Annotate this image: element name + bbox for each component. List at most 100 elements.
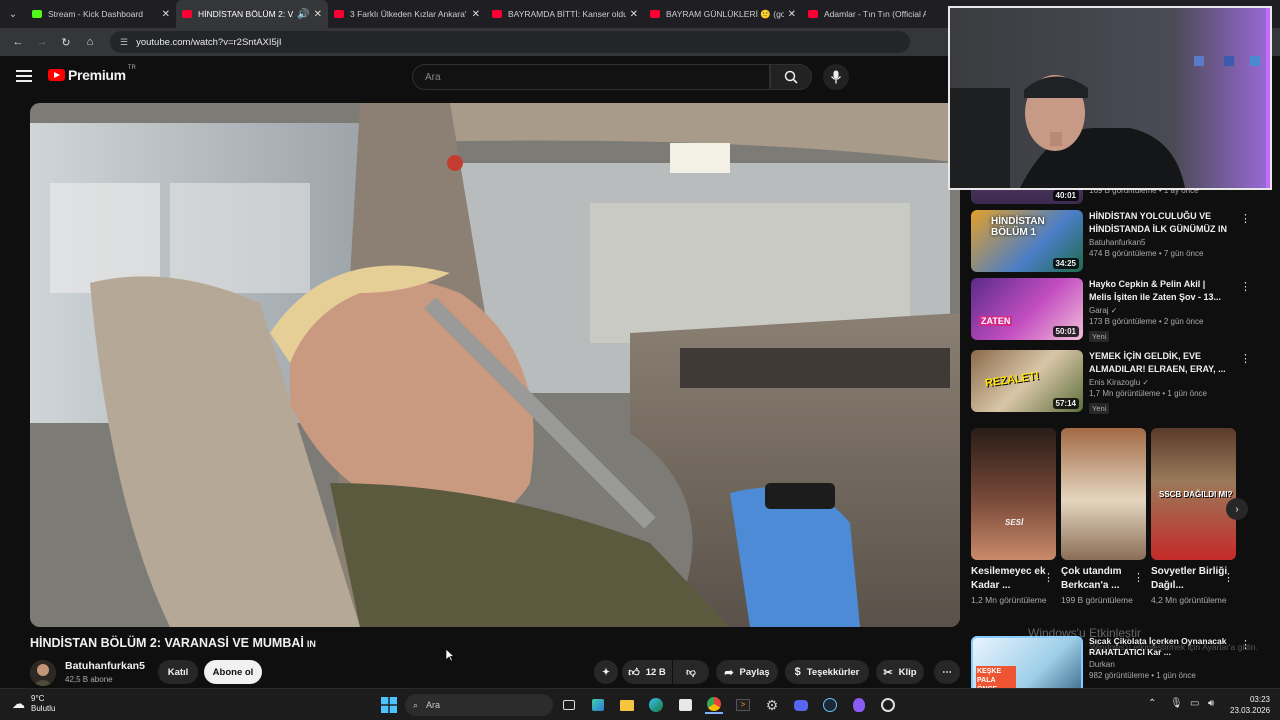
short-thumbnail-0[interactable]: SESİ (971, 428, 1056, 560)
short-thumbnail-2[interactable]: SSCB DAĞILDI MI? (1151, 428, 1236, 560)
settings-gear-icon[interactable]: ⚙ (763, 696, 781, 714)
video-title-text: HİNDİSTAN BÖLÜM 2: VARANASİ VE MUMBAİ (30, 636, 304, 650)
widgets-icon[interactable] (589, 696, 607, 714)
steam-icon[interactable] (821, 696, 839, 714)
related-title[interactable]: HİNDİSTAN YOLCULUĞU VE HİNDİSTANDA İLK G… (1089, 210, 1229, 236)
like-button[interactable]: 👍︎ 12 B (622, 660, 672, 684)
task-view-icon[interactable] (560, 696, 578, 714)
voice-search-button[interactable] (823, 64, 849, 90)
terminal-icon[interactable]: > (734, 696, 752, 714)
sparkle-icon: ✦ (602, 666, 610, 678)
weather-widget[interactable]: ☁ 9°C Bulutlu (12, 694, 55, 714)
video-frame (30, 103, 960, 627)
tab-1[interactable]: HİNDİSTAN BÖLÜM 2: VARA 🔊 ✕ (176, 0, 328, 28)
home-icon[interactable]: ⌂ (78, 36, 102, 48)
related-title[interactable]: Hayko Cepkin & Pelin Akil | Melis İşiten… (1089, 278, 1229, 304)
search-icon (784, 70, 798, 84)
short-views: 199 B görüntüleme (1061, 595, 1133, 605)
close-icon[interactable]: ✕ (788, 9, 796, 20)
volume-icon[interactable]: 🔊︎ (1208, 698, 1214, 709)
tab-0[interactable]: Stream - Kick Dashboard ✕ (26, 0, 176, 28)
short-thumbnail-1[interactable] (1061, 428, 1146, 560)
related-video-1[interactable]: ZATEN 50:01 Hayko Cepkin & Pelin Akil | … (971, 278, 1251, 342)
speaker-icon[interactable]: 🔊 (297, 9, 309, 20)
network-icon[interactable]: ▭ (1190, 698, 1199, 709)
edge-icon[interactable] (647, 696, 665, 714)
related-thumbnail[interactable]: KEŞKE PALA ÖNCE (971, 636, 1083, 688)
thanks-button[interactable]: $ Teşekkürler (785, 660, 869, 684)
dislike-button[interactable]: 👎︎ (673, 660, 709, 684)
chevron-up-icon[interactable]: ⌃ (1148, 698, 1156, 709)
microphone-icon (830, 70, 842, 84)
search-button[interactable] (770, 64, 812, 90)
forward-icon[interactable]: → (30, 36, 54, 48)
more-vert-icon[interactable]: ⋮ (1043, 571, 1054, 584)
close-icon[interactable]: ✕ (314, 9, 322, 20)
clip-button[interactable]: ✂ Klip (876, 660, 924, 684)
duration-badge: 34:25 (1052, 258, 1079, 269)
microphone-icon[interactable]: 🎙︎ (1170, 698, 1183, 709)
close-icon[interactable]: ✕ (630, 9, 638, 20)
more-vert-icon[interactable]: ⋮ (1240, 280, 1251, 293)
duration-badge: 57:14 (1052, 398, 1079, 409)
store-icon[interactable] (676, 696, 694, 714)
avatar-image (30, 660, 56, 686)
taskbar-search-label: Ara (426, 700, 441, 710)
file-explorer-icon[interactable] (618, 696, 636, 714)
taskbar-search[interactable]: ⌕ Ara (405, 694, 553, 716)
site-info-icon[interactable]: ☰ (120, 37, 128, 48)
related-thumbnail[interactable]: ZATEN 50:01 (971, 278, 1083, 340)
related-thumbnail[interactable]: REZALET! 57:14 (971, 350, 1083, 412)
duration-badge: 40:01 (1052, 190, 1079, 201)
search-input[interactable]: Ara (412, 64, 770, 90)
tab-search-button[interactable]: ⌄ (0, 0, 26, 28)
related-title[interactable]: YEMEK İÇİN GELDİK, EVE ALMADILAR! ELRAEN… (1089, 350, 1229, 376)
related-thumbnail[interactable]: HİNDİSTAN BÖLÜM 1 34:25 (971, 210, 1083, 272)
tab-4[interactable]: BAYRAM GÜNLÜKLERİ 🙂 (go k ✕ (644, 0, 802, 28)
premium-jump-button[interactable]: ✦ (594, 660, 618, 684)
app-icon[interactable] (879, 696, 897, 714)
clock[interactable]: 03:23 23.03.2026 (1230, 694, 1270, 716)
join-button[interactable]: Katıl (158, 660, 198, 684)
related-meta: 173 B görüntüleme • 2 gün önce (1089, 317, 1204, 326)
discord-icon[interactable] (792, 696, 810, 714)
search-placeholder: Ara (425, 71, 441, 83)
more-actions-button[interactable]: ⋯ (934, 660, 960, 684)
tab-5[interactable]: Adamlar - Tın Tın (Official Au (802, 0, 932, 28)
subscribe-button[interactable]: Abone ol (204, 660, 262, 684)
channel-avatar[interactable] (30, 660, 56, 686)
related-video-2[interactable]: REZALET! 57:14 YEMEK İÇİN GELDİK, EVE AL… (971, 350, 1251, 414)
share-button[interactable]: ➦ Paylaş (716, 660, 778, 684)
video-player[interactable] (30, 103, 960, 627)
related-channel[interactable]: Batuhanfurkan5 (1089, 238, 1229, 247)
related-video-0[interactable]: HİNDİSTAN BÖLÜM 1 34:25 HİNDİSTAN YOLCUL… (971, 210, 1251, 272)
more-vert-icon[interactable]: ⋮ (1223, 571, 1234, 584)
windows-activation-text: Windows'u etkinleştirmek için Ayarlar'a … (1090, 642, 1258, 652)
more-vert-icon[interactable]: ⋮ (1240, 212, 1251, 225)
close-icon[interactable]: ✕ (162, 9, 170, 20)
tab-3[interactable]: BAYRAMDA BİTTİ: Kanser oldu ✕ (486, 0, 644, 28)
menu-icon[interactable] (16, 70, 32, 82)
chrome-icon[interactable] (705, 696, 723, 714)
channel-name[interactable]: Batuhanfurkan5 (65, 660, 145, 672)
shorts-next-button[interactable]: › (1226, 498, 1248, 520)
related-meta: 1,7 Mn görüntüleme • 1 gün önce (1089, 389, 1207, 398)
reload-icon[interactable]: ↻ (54, 36, 78, 49)
search-icon: ⌕ (413, 699, 419, 710)
related-channel[interactable]: Garaj ✓ (1089, 306, 1229, 315)
youtube-logo[interactable]: Premium TR (48, 65, 136, 83)
thumb-caption: KEŞKE PALA ÖNCE (976, 666, 1016, 688)
close-icon[interactable]: ✕ (472, 9, 480, 20)
related-channel[interactable]: Durkan (1089, 660, 1229, 669)
related-channel[interactable]: Enis Kirazoglu ✓ (1089, 378, 1229, 387)
short-overlay: SSCB DAĞILDI MI? (1159, 490, 1233, 499)
back-icon[interactable]: ← (6, 36, 30, 48)
url-field[interactable]: ☰ youtube.com/watch?v=r2SntAXI5jI (110, 31, 910, 53)
start-button[interactable] (380, 696, 398, 714)
clip-label: Klip (898, 666, 917, 678)
obs-icon[interactable] (850, 696, 868, 714)
tab-2[interactable]: 3 Farklı Ülkeden Kızlar Ankara' ✕ (328, 0, 486, 28)
more-vert-icon[interactable]: ⋮ (1133, 571, 1144, 584)
more-vert-icon[interactable]: ⋮ (1240, 352, 1251, 365)
chevron-right-icon: › (1235, 503, 1239, 515)
